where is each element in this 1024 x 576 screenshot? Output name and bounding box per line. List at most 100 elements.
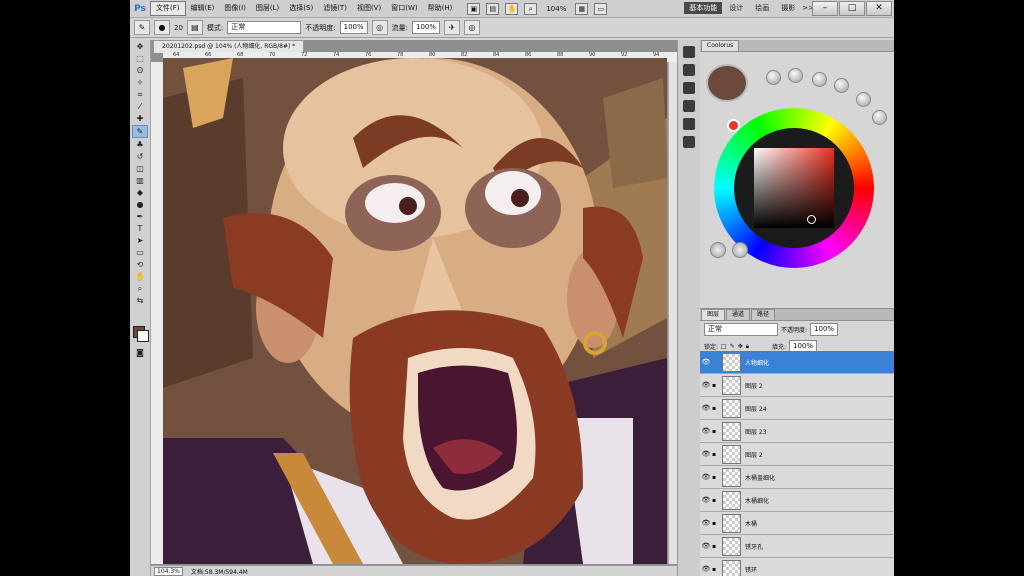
visibility-eye-icon[interactable]: 👁︎ bbox=[700, 565, 712, 573]
visibility-eye-icon[interactable]: 👁︎ bbox=[700, 519, 712, 527]
knob-1-icon[interactable] bbox=[766, 70, 781, 85]
current-color-swatch[interactable] bbox=[706, 64, 748, 102]
visibility-eye-icon[interactable]: 👁︎ bbox=[700, 542, 712, 550]
flow-field[interactable]: 100% bbox=[412, 21, 441, 34]
character-panel-icon[interactable] bbox=[683, 136, 695, 148]
layer-row[interactable]: 👁︎ ▪ 锈牙孔 bbox=[700, 535, 894, 558]
layer-name[interactable]: 锈环 bbox=[745, 565, 882, 574]
zoom-icon[interactable]: ⌕ bbox=[524, 2, 538, 15]
shape-tool-icon[interactable]: ▭ bbox=[133, 247, 147, 258]
visibility-eye-icon[interactable]: 👁︎ bbox=[700, 381, 712, 389]
pen-tool-icon[interactable]: ✒ bbox=[133, 211, 147, 222]
layer-name[interactable]: 图层 2 bbox=[745, 450, 882, 459]
layer-row[interactable]: 👁︎ ▪ 图层 23 bbox=[700, 420, 894, 443]
visibility-eye-icon[interactable]: 👁︎ bbox=[700, 427, 712, 435]
palette-icon[interactable] bbox=[710, 242, 726, 258]
eyedropper-icon[interactable]: ⁄ bbox=[133, 101, 147, 112]
knob-6-icon[interactable] bbox=[872, 110, 887, 125]
zoom-tool-icon[interactable]: ⌕ bbox=[133, 283, 147, 294]
pressure-opacity-icon[interactable]: ◎ bbox=[371, 20, 388, 35]
swap-colors-icon[interactable]: ⇆ bbox=[133, 295, 147, 306]
menu-select[interactable]: 选择(S) bbox=[284, 2, 318, 15]
arrange-icon[interactable]: ▦ bbox=[575, 2, 589, 15]
layer-row[interactable]: 👁︎ ▪ 图层 24 bbox=[700, 397, 894, 420]
layer-thumbnail[interactable] bbox=[722, 490, 741, 510]
menu-window[interactable]: 窗口(W) bbox=[386, 2, 422, 15]
layer-thumbnail[interactable] bbox=[722, 421, 741, 441]
blend-mode-select[interactable]: 正常 bbox=[704, 323, 778, 336]
lock-pixels-icon[interactable]: ✎ bbox=[730, 343, 735, 350]
layer-row[interactable]: 👁︎ ▪ 锈环 bbox=[700, 558, 894, 576]
opacity-field[interactable]: 100% bbox=[339, 21, 368, 34]
layer-row[interactable]: 👁︎ ▪ 图层 2 bbox=[700, 443, 894, 466]
layer-row[interactable]: 👁︎ ▪ 木桶 bbox=[700, 512, 894, 535]
status-zoom[interactable]: 104.3% bbox=[154, 566, 183, 576]
info-panel-icon[interactable] bbox=[683, 100, 695, 112]
lock-position-icon[interactable]: ✥ bbox=[738, 343, 743, 350]
brush-panel-icon[interactable]: ▤ bbox=[186, 20, 203, 35]
quick-select-icon[interactable]: ✧ bbox=[133, 77, 147, 88]
visibility-eye-icon[interactable]: 👁︎ bbox=[700, 404, 712, 412]
saturation-value-square[interactable] bbox=[754, 148, 834, 228]
workspace-essentials[interactable]: 基本功能 bbox=[684, 2, 723, 14]
layer-name[interactable]: 锈牙孔 bbox=[745, 542, 882, 551]
menu-file[interactable]: 文件(F) bbox=[150, 1, 186, 16]
zoom-level[interactable]: 104% bbox=[543, 5, 569, 13]
vertical-scrollbar[interactable] bbox=[668, 62, 677, 564]
background-color[interactable] bbox=[137, 330, 149, 342]
layer-thumbnail[interactable] bbox=[722, 467, 741, 487]
layer-name[interactable]: 图层 23 bbox=[745, 427, 882, 436]
screen-mode-icon[interactable]: ▭ bbox=[594, 2, 608, 15]
layer-thumbnail[interactable] bbox=[722, 398, 741, 418]
layer-thumbnail[interactable] bbox=[722, 536, 741, 556]
play-icon[interactable] bbox=[732, 242, 748, 258]
knob-4-icon[interactable] bbox=[834, 78, 849, 93]
layer-name[interactable]: 图层 24 bbox=[745, 404, 882, 413]
visibility-eye-icon[interactable]: 👁︎ bbox=[700, 473, 712, 481]
crop-tool-icon[interactable]: ⌗ bbox=[133, 89, 147, 100]
workspace-design[interactable]: 设计 bbox=[724, 2, 748, 14]
layer-row[interactable]: 👁︎ ▪ 木桶盖细化 bbox=[700, 466, 894, 489]
bridge-icon[interactable]: ▣ bbox=[467, 2, 481, 15]
layer-name[interactable]: 木桶细化 bbox=[745, 496, 882, 505]
mini-bridge-icon[interactable]: ▤ bbox=[486, 2, 500, 15]
visibility-eye-icon[interactable]: 👁︎ bbox=[700, 358, 712, 366]
tab-coolorus[interactable]: Coolorus bbox=[701, 40, 740, 51]
workspace-photography[interactable]: 摄影 bbox=[776, 2, 800, 14]
eraser-icon[interactable]: ◫ bbox=[133, 163, 147, 174]
knob-3-icon[interactable] bbox=[812, 72, 827, 87]
brush-panel-icon[interactable] bbox=[683, 118, 695, 130]
menu-layer[interactable]: 图层(L) bbox=[251, 2, 284, 15]
layer-thumbnail[interactable] bbox=[722, 375, 741, 395]
sv-marker[interactable] bbox=[807, 215, 816, 224]
maximize-button[interactable]: □ bbox=[839, 1, 865, 16]
lock-all-icon[interactable]: 🔒︎ bbox=[746, 343, 749, 351]
visibility-eye-icon[interactable]: 👁︎ bbox=[700, 496, 712, 504]
layer-row[interactable]: 👁︎ ▪ 木桶细化 bbox=[700, 489, 894, 512]
menu-filter[interactable]: 滤镜(T) bbox=[318, 2, 352, 15]
artwork-canvas[interactable] bbox=[163, 58, 667, 564]
menu-help[interactable]: 帮助(H) bbox=[423, 2, 458, 15]
move-tool-icon[interactable]: ✥ bbox=[133, 41, 147, 52]
brush-preset-icon[interactable]: ● bbox=[154, 20, 170, 35]
tab-channels[interactable]: 通道 bbox=[726, 309, 751, 320]
swatches-panel-icon[interactable] bbox=[683, 82, 695, 94]
brush-tool-icon[interactable]: ✎ bbox=[134, 20, 150, 35]
history-brush-icon[interactable]: ↺ bbox=[133, 151, 147, 162]
quick-mask-icon[interactable]: ◙ bbox=[133, 347, 147, 358]
minimize-button[interactable]: – bbox=[812, 1, 838, 16]
menu-image[interactable]: 图像(I) bbox=[219, 2, 251, 15]
dodge-icon[interactable]: ● bbox=[133, 199, 147, 210]
close-button[interactable]: ✕ bbox=[866, 1, 892, 16]
pressure-size-icon[interactable]: ◎ bbox=[464, 20, 481, 35]
hand-tool-icon[interactable]: ✋ bbox=[133, 271, 147, 282]
layer-thumbnail[interactable] bbox=[722, 352, 741, 372]
airbrush-icon[interactable]: ✈ bbox=[444, 20, 461, 35]
hand-icon[interactable]: ✋ bbox=[505, 2, 519, 15]
lock-transparency-icon[interactable]: □ bbox=[721, 343, 727, 350]
layer-row[interactable]: 👁︎ 人物细化 bbox=[700, 351, 894, 374]
workspace-painting[interactable]: 绘画 bbox=[750, 2, 774, 14]
marquee-tool-icon[interactable]: ⬚ bbox=[133, 53, 147, 64]
mode-select[interactable]: 正常 bbox=[227, 21, 302, 34]
menu-edit[interactable]: 编辑(E) bbox=[186, 2, 220, 15]
